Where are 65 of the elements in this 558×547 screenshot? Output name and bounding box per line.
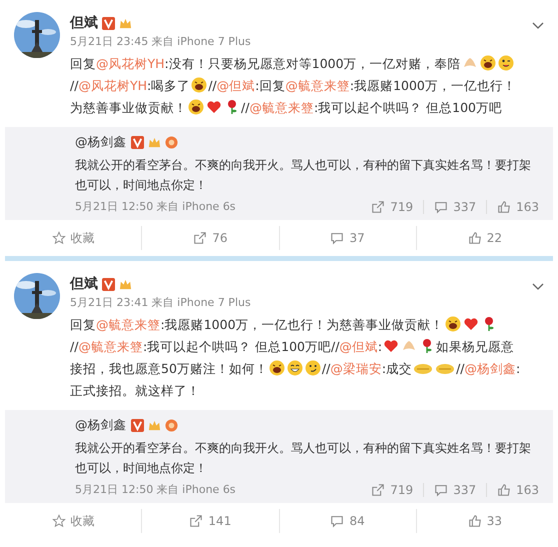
crown-icon xyxy=(119,16,132,30)
like-count[interactable]: 163 xyxy=(497,482,539,496)
repost-count[interactable]: 719 xyxy=(371,482,414,496)
quoted-time: 5月21日 12:50 来自 iPhone 6s xyxy=(75,482,236,497)
heart-icon xyxy=(206,99,222,115)
laugh-face-icon xyxy=(268,360,285,376)
post-time: 5月21日 23:41 来自 iPhone 7 Plus xyxy=(70,295,252,310)
thumbs-up-icon xyxy=(497,482,512,496)
mention-link[interactable]: @梁瑞安 xyxy=(330,361,382,376)
post-text: 回复@风花树YH:没有！只要杨兄愿意对等1000万，一亿对赌，奉陪 //@风花树YH:喝多了 //@但斌:回复@毓意来簦:我愿赌1000万，一亿也行！为慈善事业做贡献！ //@毓意来簦:我可以起个哄吗？ 但总100万吧 xyxy=(70,54,517,117)
repost-count[interactable]: 719 xyxy=(371,200,414,214)
quoted-text: 我就公开的看空茅台。不爽的向我开火。骂人也可以，有种的留下真实姓名骂！要打架也可以，时间地点你定！ xyxy=(75,440,532,477)
comment-count[interactable]: 337 xyxy=(434,482,476,496)
comment-icon xyxy=(434,482,448,496)
author-name[interactable]: 但斌 xyxy=(70,14,98,32)
post-text: 回复@毓意来簦:我愿赌1000万，一亿也行！为慈善事业做贡献！ //@毓意来簦:我可以起个哄吗？ 但总100万吧//@但斌: 如果杨兄愿意接招，我也愿意50万赌注！如何！ //@梁瑞安:成交 //@杨剑鑫:正式接招。就这样了！ xyxy=(70,315,522,400)
medal-icon xyxy=(164,418,178,432)
quoted-text: 我就公开的看空茅台。不爽的向我开火。骂人也可以，有种的留下真实姓名骂！要打架也可以，时间地点你定！ xyxy=(75,157,532,194)
mention-link[interactable]: @杨剑鑫 xyxy=(464,361,516,376)
wink-face-icon xyxy=(498,55,514,71)
verified-badge-icon xyxy=(130,136,144,148)
star-icon xyxy=(52,514,66,528)
mention-link[interactable]: @但斌 xyxy=(216,78,256,93)
mention-link[interactable]: @风花树YH xyxy=(96,56,165,71)
verified-badge-icon xyxy=(102,16,115,30)
share-icon xyxy=(371,200,386,214)
laugh-face-icon xyxy=(191,77,208,93)
share-icon xyxy=(189,514,204,528)
comment-count[interactable]: 337 xyxy=(434,200,476,214)
share-icon xyxy=(371,482,386,496)
verified-badge-icon xyxy=(102,278,115,290)
mention-link[interactable]: @毓意来簦 xyxy=(249,100,314,115)
quoted-author[interactable]: @杨剑鑫 xyxy=(75,416,126,434)
comment-icon xyxy=(330,514,344,528)
author-name[interactable]: 但斌 xyxy=(70,275,98,293)
laugh-face-icon xyxy=(444,316,461,332)
chevron-down-icon[interactable] xyxy=(532,283,544,291)
thumbs-up-icon xyxy=(468,514,482,528)
comment-icon xyxy=(434,200,448,214)
crown-icon xyxy=(148,136,160,148)
crown-icon xyxy=(119,278,132,290)
quoted-time: 5月21日 12:50 来自 iPhone 6s xyxy=(75,199,236,214)
medal-icon xyxy=(164,136,178,148)
chevron-down-icon[interactable] xyxy=(532,22,544,30)
mention-link[interactable]: @毓意来簦 xyxy=(96,317,160,332)
laugh-face-icon xyxy=(188,99,204,115)
laugh-face-icon xyxy=(480,55,496,71)
smirk-face-icon xyxy=(304,360,321,376)
mention-link[interactable]: @风花树YH xyxy=(78,78,147,93)
mention-link[interactable]: @毓意来簦 xyxy=(285,78,350,93)
grin-face-icon xyxy=(286,360,303,376)
mention-link[interactable]: @毓意来簦 xyxy=(78,339,143,354)
comment-icon xyxy=(330,231,344,245)
heart-icon xyxy=(462,316,479,332)
star-icon xyxy=(52,231,66,245)
post-time: 5月21日 23:45 来自 iPhone 7 Plus xyxy=(70,34,252,49)
thumbs-up-icon xyxy=(468,231,482,245)
crown-icon xyxy=(148,418,160,432)
share-icon xyxy=(193,231,208,245)
heart-icon xyxy=(383,338,400,354)
thumbs-up-icon xyxy=(497,200,512,214)
quoted-author[interactable]: @杨剑鑫 xyxy=(75,134,126,150)
verified-badge-icon xyxy=(130,418,144,432)
mention-link[interactable]: @但斌 xyxy=(339,339,378,354)
like-count[interactable]: 163 xyxy=(497,200,539,214)
